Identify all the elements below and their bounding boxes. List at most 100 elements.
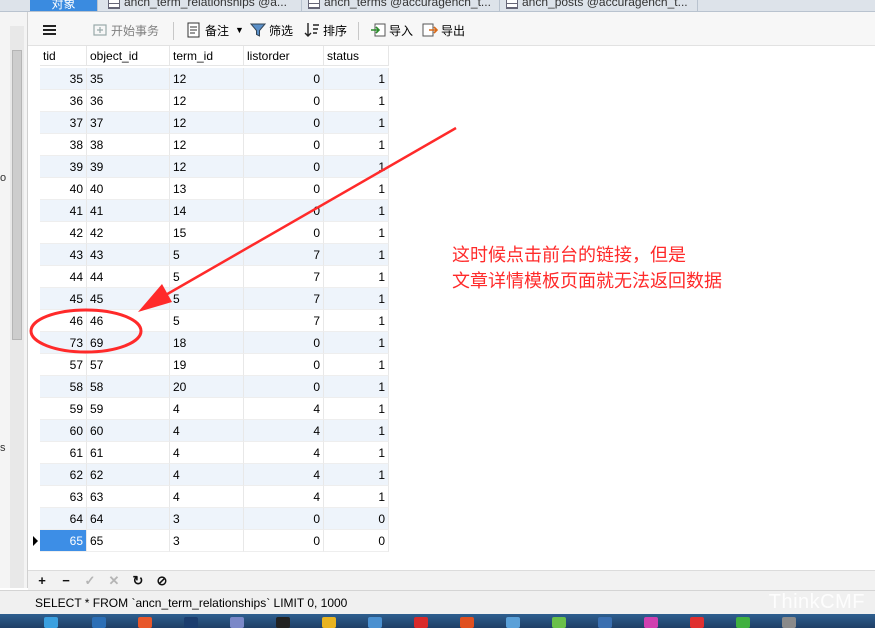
cell-term-id[interactable]: 5: [170, 310, 244, 332]
cell-tid[interactable]: 58: [40, 376, 87, 398]
cell-term-id[interactable]: 4: [170, 464, 244, 486]
cell-tid[interactable]: 57: [40, 354, 87, 376]
chrome-taskbar-icon[interactable]: [322, 617, 336, 628]
cell-listorder[interactable]: 0: [244, 508, 324, 530]
cell-listorder[interactable]: 7: [244, 266, 324, 288]
refresh-button[interactable]: ↻: [130, 572, 146, 590]
app-taskbar-icon[interactable]: [460, 617, 474, 628]
table-row[interactable]: 45 45 5 7 1: [40, 288, 389, 310]
cell-status[interactable]: 1: [324, 310, 389, 332]
cell-term-id[interactable]: 19: [170, 354, 244, 376]
cell-status[interactable]: 1: [324, 486, 389, 508]
cell-object-id[interactable]: 40: [87, 178, 170, 200]
app-taskbar-icon[interactable]: [644, 617, 658, 628]
table-row[interactable]: 62 62 4 4 1: [40, 464, 389, 486]
cell-listorder[interactable]: 0: [244, 376, 324, 398]
table-row[interactable]: 38 38 12 0 1: [40, 134, 389, 156]
cell-listorder[interactable]: 0: [244, 134, 324, 156]
cell-tid[interactable]: 64: [40, 508, 87, 530]
app-taskbar-icon[interactable]: [598, 617, 612, 628]
cell-term-id[interactable]: 4: [170, 398, 244, 420]
tab-posts[interactable]: ancn_posts @accuragench_t...: [502, 0, 698, 11]
cell-tid[interactable]: 59: [40, 398, 87, 420]
qq-taskbar-icon[interactable]: [276, 617, 290, 628]
cell-status[interactable]: 1: [324, 420, 389, 442]
cell-tid[interactable]: 37: [40, 112, 87, 134]
cell-object-id[interactable]: 65: [87, 530, 170, 552]
cell-object-id[interactable]: 63: [87, 486, 170, 508]
cell-tid[interactable]: 36: [40, 90, 87, 112]
table-row[interactable]: 36 36 12 0 1: [40, 90, 389, 112]
cell-object-id[interactable]: 37: [87, 112, 170, 134]
table-row[interactable]: 43 43 5 7 1: [40, 244, 389, 266]
cell-listorder[interactable]: 0: [244, 200, 324, 222]
pdf-taskbar-icon[interactable]: [414, 617, 428, 628]
app-taskbar-icon[interactable]: [552, 617, 566, 628]
table-row[interactable]: 41 41 14 0 1: [40, 200, 389, 222]
cell-term-id[interactable]: 5: [170, 288, 244, 310]
cell-term-id[interactable]: 4: [170, 486, 244, 508]
cell-object-id[interactable]: 38: [87, 134, 170, 156]
add-record-button[interactable]: +: [34, 572, 50, 590]
cell-status[interactable]: 1: [324, 112, 389, 134]
column-header-term-id[interactable]: term_id: [170, 46, 244, 66]
cell-object-id[interactable]: 59: [87, 398, 170, 420]
cell-term-id[interactable]: 5: [170, 266, 244, 288]
cell-listorder[interactable]: 0: [244, 156, 324, 178]
cell-object-id[interactable]: 39: [87, 156, 170, 178]
table-row[interactable]: 60 60 4 4 1: [40, 420, 389, 442]
tab-objects[interactable]: 对象: [30, 0, 98, 11]
cell-term-id[interactable]: 3: [170, 508, 244, 530]
cell-listorder[interactable]: 7: [244, 310, 324, 332]
cell-term-id[interactable]: 12: [170, 112, 244, 134]
cell-term-id[interactable]: 14: [170, 200, 244, 222]
cell-tid[interactable]: 35: [40, 68, 87, 90]
app-taskbar-icon[interactable]: [230, 617, 244, 628]
table-row[interactable]: 63 63 4 4 1: [40, 486, 389, 508]
table-row[interactable]: 61 61 4 4 1: [40, 442, 389, 464]
cell-tid[interactable]: 39: [40, 156, 87, 178]
column-header-status[interactable]: status: [324, 46, 389, 66]
cell-status[interactable]: 1: [324, 398, 389, 420]
cell-tid[interactable]: 62: [40, 464, 87, 486]
app-taskbar-icon[interactable]: [690, 617, 704, 628]
app-taskbar-icon[interactable]: [782, 617, 796, 628]
cell-status[interactable]: 1: [324, 68, 389, 90]
cell-listorder[interactable]: 0: [244, 222, 324, 244]
cell-term-id[interactable]: 4: [170, 420, 244, 442]
cell-tid[interactable]: 46: [40, 310, 87, 332]
cell-tid[interactable]: 73: [40, 332, 87, 354]
cell-listorder[interactable]: 7: [244, 288, 324, 310]
cell-object-id[interactable]: 36: [87, 90, 170, 112]
cell-object-id[interactable]: 69: [87, 332, 170, 354]
cell-tid[interactable]: 63: [40, 486, 87, 508]
cell-status[interactable]: 1: [324, 178, 389, 200]
cell-listorder[interactable]: 7: [244, 244, 324, 266]
export-button[interactable]: 导出: [422, 20, 465, 40]
cell-status[interactable]: 0: [324, 530, 389, 552]
table-row[interactable]: 37 37 12 0 1: [40, 112, 389, 134]
column-header-object-id[interactable]: object_id: [87, 46, 170, 66]
cell-status[interactable]: 0: [324, 508, 389, 530]
cell-object-id[interactable]: 57: [87, 354, 170, 376]
cell-object-id[interactable]: 44: [87, 266, 170, 288]
cell-object-id[interactable]: 64: [87, 508, 170, 530]
cell-status[interactable]: 1: [324, 244, 389, 266]
table-row[interactable]: 65 65 3 0 0: [40, 530, 389, 552]
table-row[interactable]: 46 46 5 7 1: [40, 310, 389, 332]
cell-listorder[interactable]: 4: [244, 398, 324, 420]
cell-object-id[interactable]: 62: [87, 464, 170, 486]
cell-object-id[interactable]: 35: [87, 68, 170, 90]
filter-button[interactable]: 筛选: [249, 20, 293, 40]
table-row[interactable]: 73 69 18 0 1: [40, 332, 389, 354]
cell-tid[interactable]: 43: [40, 244, 87, 266]
cell-term-id[interactable]: 18: [170, 332, 244, 354]
cell-term-id[interactable]: 12: [170, 156, 244, 178]
cell-term-id[interactable]: 15: [170, 222, 244, 244]
cell-tid[interactable]: 45: [40, 288, 87, 310]
cell-object-id[interactable]: 45: [87, 288, 170, 310]
discard-changes-button[interactable]: ✕: [106, 572, 122, 590]
cell-status[interactable]: 1: [324, 156, 389, 178]
app-taskbar-icon[interactable]: [368, 617, 382, 628]
cell-tid[interactable]: 38: [40, 134, 87, 156]
